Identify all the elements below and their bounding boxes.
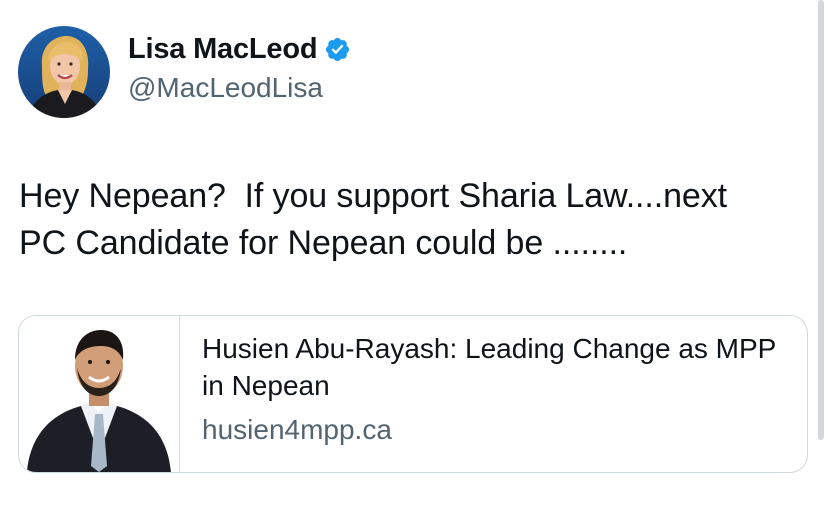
link-preview-card[interactable]: Husien Abu-Rayash: Leading Change as MPP…: [18, 315, 808, 473]
tweet: Lisa MacLeod @MacLeodLisa Hey Nepean? If…: [0, 0, 828, 506]
scrollbar[interactable]: [818, 0, 824, 440]
tweet-header: Lisa MacLeod @MacLeodLisa: [18, 26, 351, 118]
tweet-text-line: PC Candidate for Nepean could be .......…: [19, 224, 628, 262]
author-names: Lisa MacLeod @MacLeodLisa: [128, 33, 351, 104]
tweet-text: Hey Nepean? If you support Sharia Law...…: [19, 173, 809, 267]
verified-badge-icon[interactable]: [324, 36, 351, 63]
link-card-domain[interactable]: husien4mpp.ca: [202, 414, 782, 446]
link-card-title[interactable]: Husien Abu-Rayash: Leading Change as MPP…: [202, 330, 782, 404]
author-display-name[interactable]: Lisa MacLeod: [128, 33, 318, 66]
author-handle[interactable]: @MacLeodLisa: [128, 72, 351, 104]
author-avatar[interactable]: [18, 26, 110, 118]
link-card-body: Husien Abu-Rayash: Leading Change as MPP…: [180, 316, 782, 472]
link-card-thumbnail: [19, 316, 180, 472]
candidate-photo-icon: [19, 316, 179, 472]
avatar-photo-icon: [18, 26, 110, 118]
name-row: Lisa MacLeod: [128, 33, 351, 66]
tweet-text-line: Hey Nepean? If you support Sharia Law...…: [19, 177, 727, 215]
